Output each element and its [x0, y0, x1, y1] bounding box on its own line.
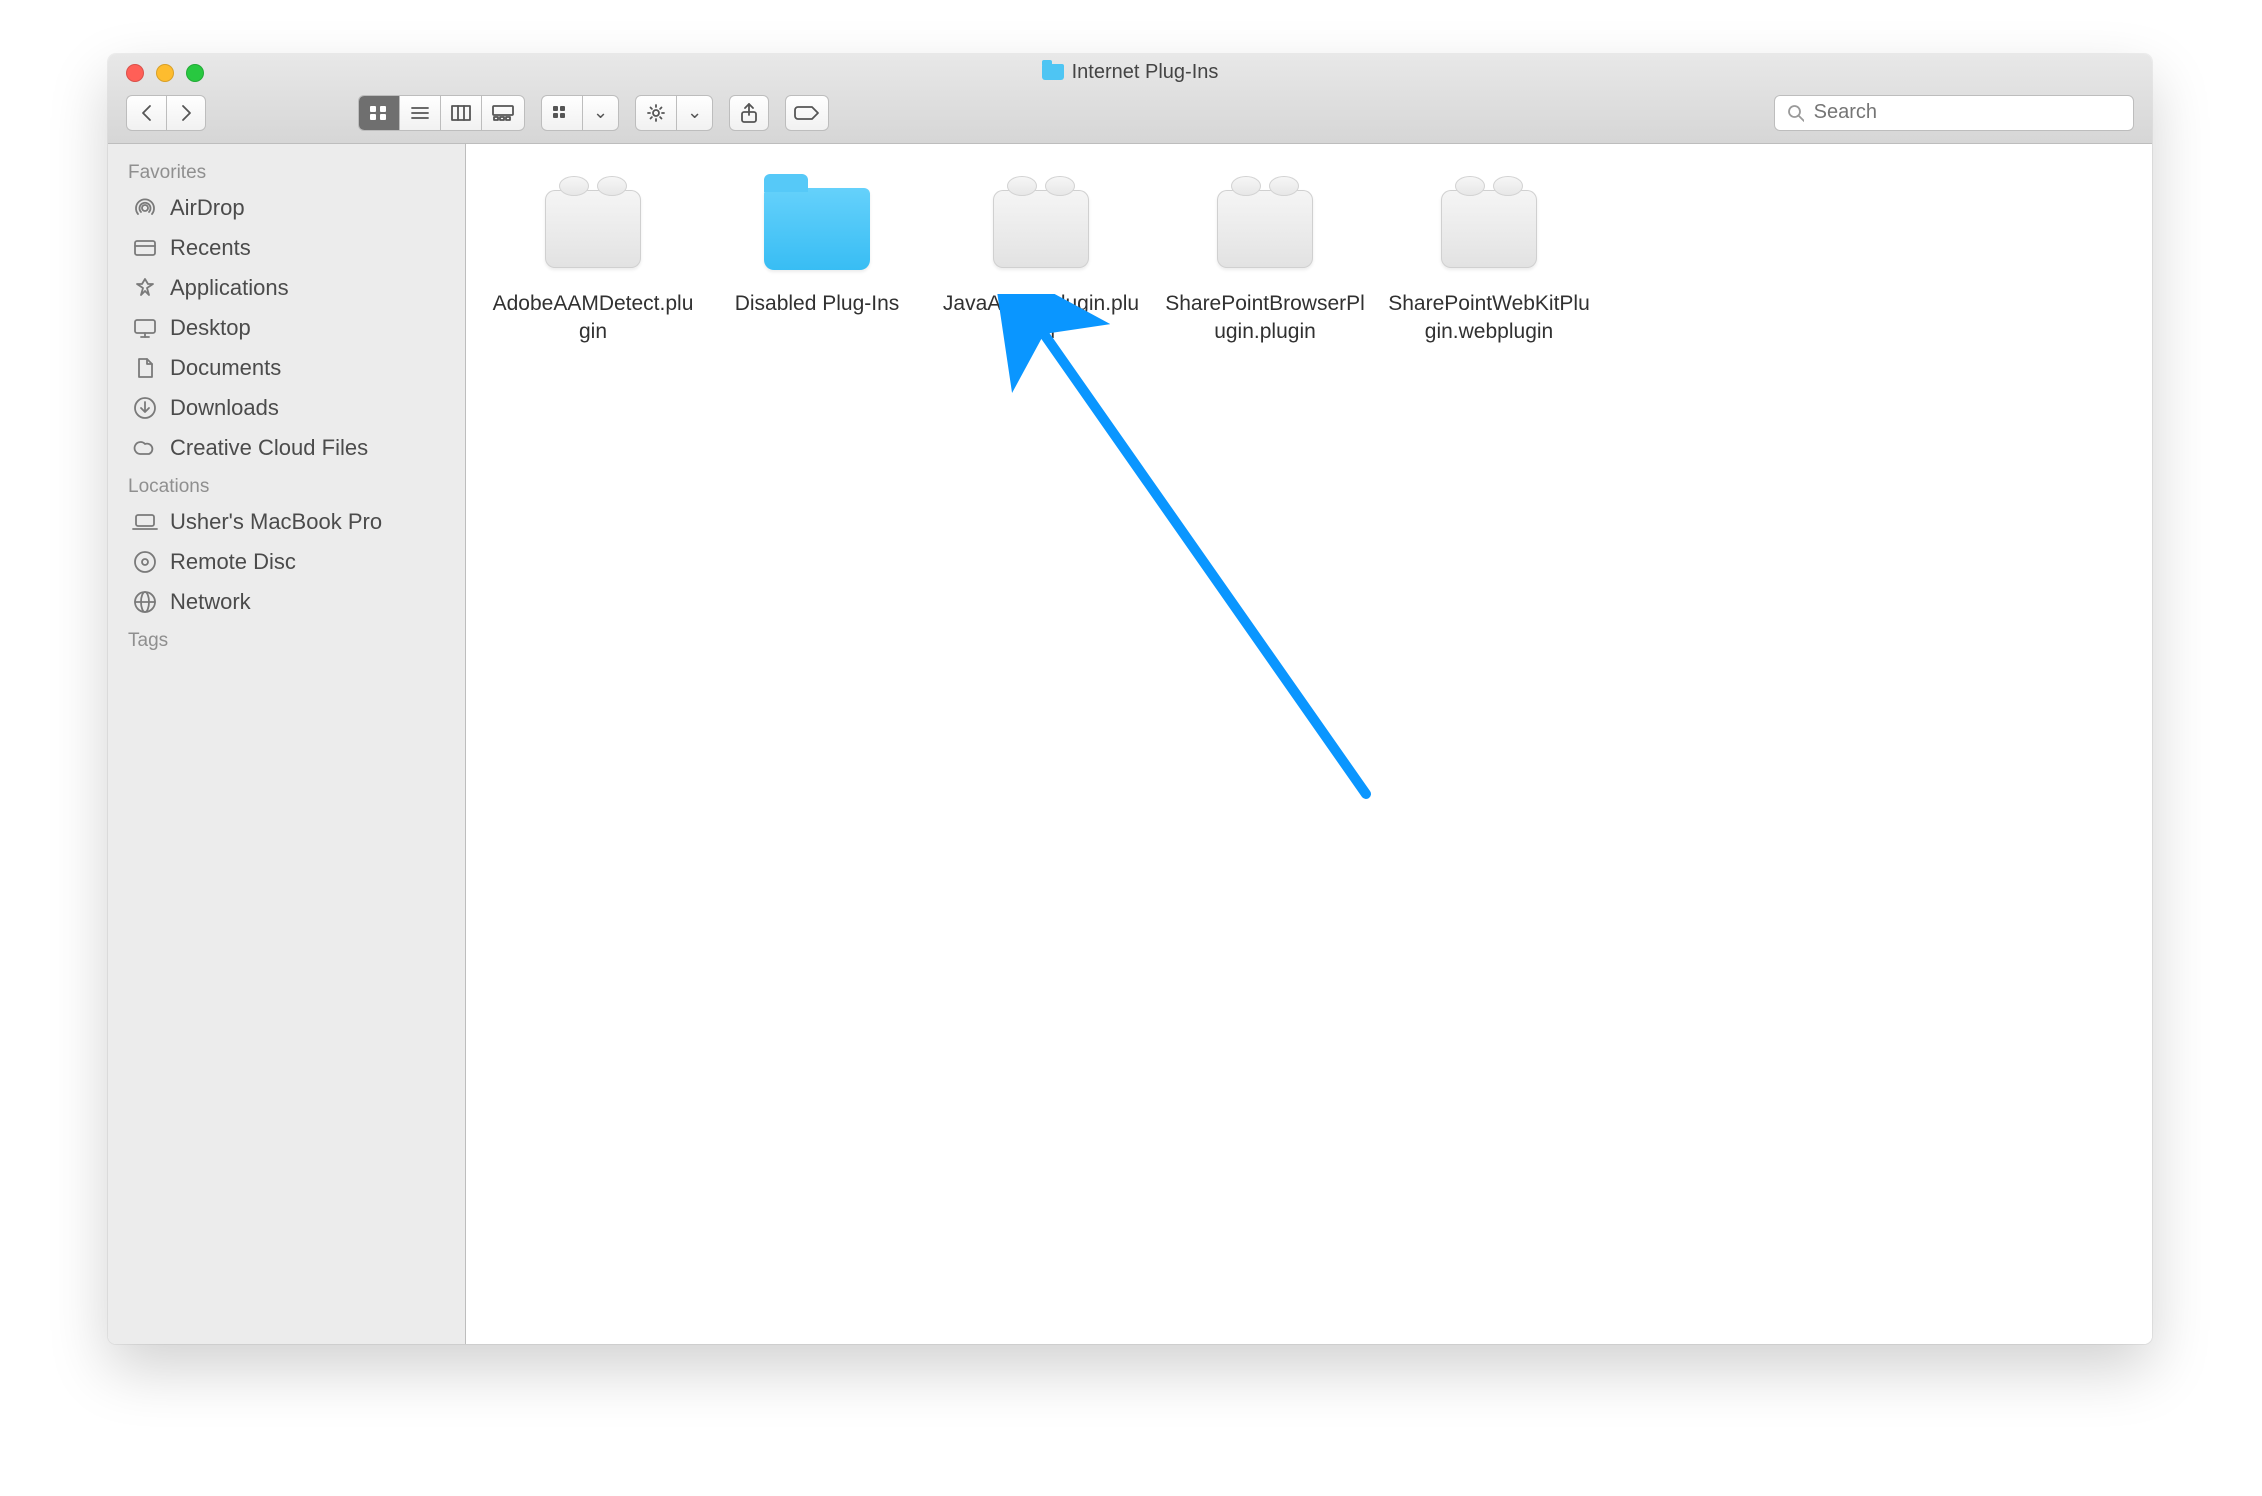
- zoom-window-button[interactable]: [186, 64, 204, 82]
- window-title-text: Internet Plug-Ins: [1072, 61, 1219, 84]
- creativecloud-icon: [132, 435, 158, 461]
- view-list-button[interactable]: [400, 96, 441, 130]
- applications-icon: [132, 275, 158, 301]
- view-gallery-button[interactable]: [482, 96, 524, 130]
- sidebar-item-label: Applications: [170, 275, 289, 301]
- folder-icon: [764, 188, 870, 270]
- view-mode-control: [358, 95, 525, 131]
- close-window-button[interactable]: [126, 64, 144, 82]
- annotation-arrow: [986, 294, 1406, 814]
- sidebar-item-desktop[interactable]: Desktop: [108, 308, 465, 348]
- sidebar-item-label: Remote Disc: [170, 549, 296, 575]
- file-item[interactable]: AdobeAAMDetect.plugin: [486, 168, 700, 347]
- file-item[interactable]: SharePointWebKitPlugin.webplugin: [1382, 168, 1596, 347]
- share-button[interactable]: [729, 95, 769, 131]
- sidebar-item-label: AirDrop: [170, 195, 245, 221]
- sidebar-item-label: Desktop: [170, 315, 251, 341]
- sidebar-item-label: Recents: [170, 235, 251, 261]
- sidebar-item-downloads[interactable]: Downloads: [108, 388, 465, 428]
- plugin-icon: [1441, 190, 1537, 268]
- forward-button[interactable]: [166, 95, 206, 131]
- sidebar-item-creative-cloud[interactable]: Creative Cloud Files: [108, 428, 465, 468]
- file-label: JavaAppletPlugin.plugin: [934, 290, 1148, 347]
- file-item[interactable]: Disabled Plug-Ins: [710, 168, 924, 347]
- downloads-icon: [132, 395, 158, 421]
- minimize-window-button[interactable]: [156, 64, 174, 82]
- toolbar: ⌄ ⌄: [108, 90, 2152, 143]
- search-field[interactable]: [1774, 95, 2134, 131]
- sidebar-item-label: Usher's MacBook Pro: [170, 509, 382, 535]
- search-input[interactable]: [1812, 100, 2121, 125]
- folder-icon: [1042, 64, 1064, 80]
- recents-icon: [132, 235, 158, 261]
- file-label: SharePointBrowserPlugin.plugin: [1158, 290, 1372, 347]
- file-item[interactable]: JavaAppletPlugin.plugin: [934, 168, 1148, 347]
- view-icon-button[interactable]: [359, 96, 400, 130]
- file-label: SharePointWebKitPlugin.webplugin: [1382, 290, 1596, 347]
- sidebar-item-label: Network: [170, 589, 251, 615]
- documents-icon: [132, 355, 158, 381]
- file-label: AdobeAAMDetect.plugin: [486, 290, 700, 347]
- sidebar-item-documents[interactable]: Documents: [108, 348, 465, 388]
- chevron-down-icon: ⌄: [593, 102, 608, 123]
- nav-back-forward: [126, 95, 206, 131]
- file-label: Disabled Plug-Ins: [731, 290, 904, 318]
- sidebar-item-network[interactable]: Network: [108, 582, 465, 622]
- sidebar-item-airdrop[interactable]: AirDrop: [108, 188, 465, 228]
- airdrop-icon: [132, 195, 158, 221]
- search-icon: [1787, 104, 1804, 122]
- sidebar: Favorites AirDrop Recents: [108, 144, 466, 1344]
- sidebar-header-locations: Locations: [108, 468, 465, 502]
- view-column-button[interactable]: [441, 96, 482, 130]
- sidebar-item-remote-disc[interactable]: Remote Disc: [108, 542, 465, 582]
- sidebar-header-favorites: Favorites: [108, 154, 465, 188]
- sidebar-item-applications[interactable]: Applications: [108, 268, 465, 308]
- sidebar-item-label: Downloads: [170, 395, 279, 421]
- disc-icon: [132, 549, 158, 575]
- plugin-icon: [993, 190, 1089, 268]
- content-area[interactable]: AdobeAAMDetect.plugin Disabled Plug-Ins …: [466, 144, 2152, 1344]
- laptop-icon: [132, 509, 158, 535]
- traffic-lights: [126, 64, 204, 82]
- sidebar-item-label: Documents: [170, 355, 281, 381]
- chevron-down-icon: ⌄: [687, 102, 702, 123]
- network-icon: [132, 589, 158, 615]
- file-item[interactable]: SharePointBrowserPlugin.plugin: [1158, 168, 1372, 347]
- sidebar-item-label: Creative Cloud Files: [170, 435, 368, 461]
- edit-tags-button[interactable]: [785, 95, 829, 131]
- action-menu-button[interactable]: ⌄: [635, 95, 713, 131]
- sidebar-item-this-mac[interactable]: Usher's MacBook Pro: [108, 502, 465, 542]
- sidebar-item-recents[interactable]: Recents: [108, 228, 465, 268]
- sidebar-header-tags: Tags: [108, 622, 465, 656]
- group-by-control[interactable]: ⌄: [541, 95, 619, 131]
- desktop-icon: [132, 315, 158, 341]
- plugin-icon: [1217, 190, 1313, 268]
- back-button[interactable]: [126, 95, 166, 131]
- window-title: Internet Plug-Ins: [1042, 61, 1219, 84]
- finder-window: Internet Plug-Ins: [108, 54, 2152, 1344]
- plugin-icon: [545, 190, 641, 268]
- titlebar: Internet Plug-Ins: [108, 54, 2152, 144]
